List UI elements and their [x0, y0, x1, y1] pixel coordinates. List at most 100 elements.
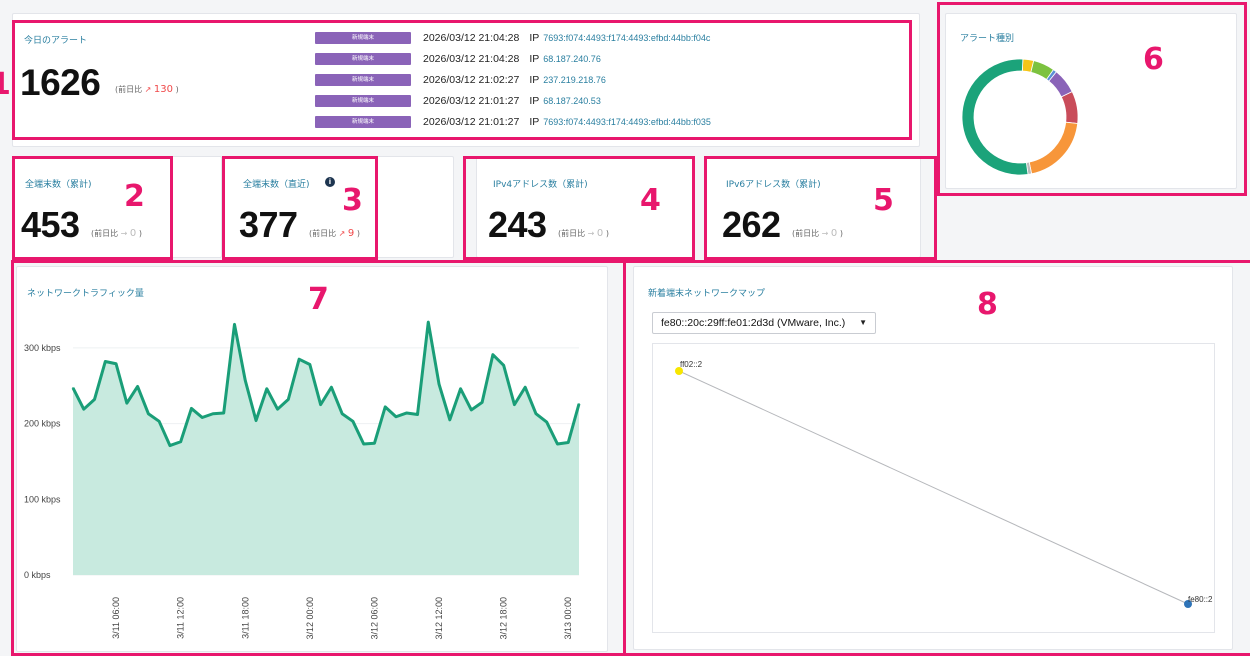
- ipv4-title: IPv4アドレス数（累計): [493, 180, 588, 190]
- alert-types-donut: [961, 58, 1079, 176]
- annotation-number-2: 2: [124, 179, 145, 214]
- device-select[interactable]: fe80::20c:29ff:fe01:2d3d (VMware, Inc.) …: [652, 312, 876, 334]
- traffic-point: [72, 387, 74, 389]
- y-tick-label: 100 kbps: [24, 494, 61, 504]
- traffic-point: [535, 412, 537, 415]
- info-icon[interactable]: i: [325, 177, 335, 187]
- traffic-point: [330, 386, 333, 389]
- alert-type-badge: 新規端末: [315, 95, 411, 107]
- device-select-value: fe80::20c:29ff:fe01:2d3d (VMware, Inc.): [661, 317, 846, 329]
- x-tick-label: 3/11 12:00: [176, 597, 186, 639]
- donut-slice: [1060, 91, 1079, 124]
- annotation-number-6: 6: [1143, 42, 1164, 77]
- x-tick-label: 3/12 00:00: [305, 597, 315, 640]
- x-tick-label: 3/13 00:00: [563, 597, 573, 640]
- traffic-point: [82, 408, 85, 410]
- traffic-point: [233, 323, 236, 326]
- alert-ip-link[interactable]: 7693:f074:4493:f174:4493:efbd:44bb:f035: [543, 117, 711, 127]
- alert-ip-link[interactable]: 7693:f074:4493:f174:4493:efbd:44bb:f04c: [543, 33, 710, 43]
- recent-devices-title: 全端末数（直近): [243, 180, 310, 190]
- alert-item[interactable]: 新規端末 2026/03/12 21:01:27 IP 68.187.240.5…: [315, 94, 601, 108]
- alert-type-badge: 新規端末: [315, 32, 411, 44]
- traffic-point: [567, 441, 570, 444]
- traffic-point: [222, 412, 225, 414]
- alert-type-badge: 新規端末: [315, 53, 411, 65]
- alert-type-badge: 新規端末: [315, 116, 411, 128]
- traffic-point: [244, 379, 247, 382]
- traffic-point: [405, 412, 408, 414]
- traffic-point: [179, 440, 182, 443]
- traffic-point: [459, 387, 462, 390]
- traffic-point: [513, 403, 516, 406]
- traffic-point: [309, 363, 311, 366]
- alert-time: 2026/03/12 21:02:27: [423, 74, 520, 86]
- traffic-point: [395, 415, 397, 418]
- traffic-point: [578, 403, 580, 405]
- traffic-point: [104, 360, 107, 363]
- recent-devices-compare: (前日比 ↗ 9 ): [309, 228, 360, 239]
- network-node-label: fe80::2: [1188, 595, 1213, 604]
- annotation-number-3: 3: [342, 183, 363, 218]
- alert-time: 2026/03/12 21:04:28: [423, 53, 520, 65]
- traffic-point: [265, 387, 268, 390]
- x-tick-label: 3/11 18:00: [240, 597, 250, 639]
- alert-types-title: アラート種別: [960, 34, 1015, 44]
- alerts-today-title: 今日のアラート: [24, 36, 88, 46]
- alert-item[interactable]: 新規端末 2026/03/12 21:04:28 IP 68.187.240.7…: [315, 52, 601, 66]
- traffic-point: [384, 406, 387, 408]
- annotation-number-8: 8: [977, 287, 998, 322]
- traffic-point: [255, 419, 257, 422]
- alert-ip-link[interactable]: 237.219.218.76: [543, 75, 606, 85]
- alert-item[interactable]: 新規端末 2026/03/12 21:02:27 IP 237.219.218.…: [315, 73, 606, 87]
- y-tick-label: 0 kbps: [24, 570, 51, 580]
- total-devices-title: 全端末数（累計): [25, 180, 92, 190]
- alert-ip-link[interactable]: 68.187.240.76: [543, 54, 601, 64]
- ipv4-compare: (前日比 → 0 ): [558, 228, 609, 239]
- y-tick-label: 300 kbps: [24, 343, 61, 353]
- traffic-point: [362, 443, 365, 445]
- traffic-point: [524, 386, 526, 389]
- network-map-canvas[interactable]: ff02::2 fe80::2: [652, 343, 1215, 633]
- recent-devices-count: 377: [239, 204, 298, 245]
- annotation-number-5: 5: [873, 183, 894, 218]
- traffic-point: [545, 421, 548, 423]
- chevron-down-icon: ▼: [859, 318, 867, 327]
- annotation-number-7: 7: [308, 282, 329, 317]
- total-devices-compare: (前日比 → 0 ): [91, 228, 142, 239]
- x-tick-label: 3/11 06:00: [111, 597, 121, 639]
- alert-item[interactable]: 新規端末 2026/03/12 21:04:28 IP 7693:f074:44…: [315, 31, 710, 45]
- traffic-point: [276, 408, 279, 410]
- alert-time: 2026/03/12 21:01:27: [423, 116, 520, 128]
- traffic-point: [449, 418, 451, 421]
- total-devices-count: 453: [21, 204, 80, 245]
- alert-type-badge: 新規端末: [315, 74, 411, 86]
- y-tick-label: 200 kbps: [24, 419, 61, 429]
- alert-ip-label: IP: [529, 74, 540, 86]
- alert-ip-link[interactable]: 68.187.240.53: [543, 96, 601, 106]
- alerts-today-count: 1626: [20, 62, 101, 103]
- donut-slice: [961, 58, 1029, 176]
- traffic-area: [73, 322, 579, 575]
- traffic-point: [158, 420, 160, 423]
- traffic-point: [287, 398, 290, 401]
- traffic-point: [201, 416, 203, 419]
- traffic-point: [352, 420, 354, 423]
- alert-ip-label: IP: [529, 95, 540, 107]
- traffic-point: [93, 398, 96, 401]
- traffic-point: [492, 353, 494, 356]
- network-map-title: 新着端末ネットワークマップ: [648, 289, 766, 299]
- traffic-point: [115, 362, 117, 365]
- traffic-point: [147, 412, 150, 415]
- x-tick-label: 3/12 18:00: [499, 597, 509, 640]
- traffic-point: [190, 407, 193, 410]
- alert-time: 2026/03/12 21:04:28: [423, 32, 520, 44]
- network-node-label: ff02::2: [680, 360, 703, 369]
- traffic-point: [481, 401, 483, 404]
- alert-ip-label: IP: [529, 116, 540, 128]
- ipv4-count: 243: [488, 204, 547, 245]
- alert-item[interactable]: 新規端末 2026/03/12 21:01:27 IP 7693:f074:44…: [315, 115, 711, 129]
- traffic-point: [502, 364, 505, 367]
- traffic-title: ネットワークトラフィック量: [27, 289, 144, 299]
- alert-ip-label: IP: [529, 32, 540, 44]
- traffic-point: [298, 358, 300, 361]
